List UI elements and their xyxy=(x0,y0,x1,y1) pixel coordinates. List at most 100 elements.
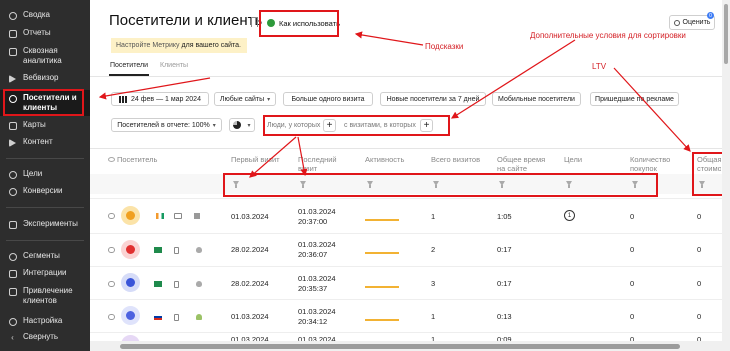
cell-first-visit: 28.02.2024 xyxy=(231,279,269,288)
filter-ads-button[interactable]: Пришедшие по рекламе xyxy=(590,92,679,106)
cell-total-time: 0:17 xyxy=(497,279,512,288)
target-icon xyxy=(8,170,17,179)
annotation-ltv: LTV xyxy=(592,62,607,71)
horizontal-scrollbar-thumb[interactable] xyxy=(120,344,680,349)
cell-last-visit-date: 01.03.2024 xyxy=(298,274,336,283)
cell-total-visits: 1 xyxy=(431,312,436,321)
collapse-icon: ‹ xyxy=(11,332,14,342)
sidebar-item-reports[interactable]: Отчеты xyxy=(0,28,90,38)
calendar-icon xyxy=(119,95,129,103)
sidebar-item-goals[interactable]: Цели xyxy=(0,169,90,179)
notice-link[interactable]: для вашего сайта. xyxy=(182,42,241,49)
column-header-activity[interactable]: Активность xyxy=(365,155,420,164)
column-header-last-visit[interactable]: Последний визит xyxy=(298,155,353,173)
arrow-to-ltv xyxy=(613,67,691,152)
chart-type-button[interactable]: ▾ xyxy=(229,118,255,132)
tab-clients[interactable]: Клиенты xyxy=(160,62,188,69)
column-header-first-visit[interactable]: Первый визит xyxy=(231,155,286,164)
acquisition-icon xyxy=(8,287,17,296)
cell-total-visits: 1 xyxy=(431,212,436,221)
gear-icon xyxy=(8,317,17,326)
cell-total-cost: 0 xyxy=(697,245,702,254)
bookmark-icon[interactable] xyxy=(251,17,258,27)
integrations-icon xyxy=(8,269,17,278)
cell-last-visit-date: 01.03.2024 xyxy=(298,307,336,316)
setup-notice: Настройте Метрику для вашего сайта. xyxy=(111,38,247,53)
filter-label: Больше одного визита xyxy=(291,95,365,103)
sidebar-item-label: Эксперименты xyxy=(23,219,78,228)
android-icon xyxy=(196,314,202,320)
cell-last-visit-date: 01.03.2024 xyxy=(298,240,336,249)
highlight-box-sort-filters xyxy=(223,173,658,197)
visitors-in-report-button[interactable]: Посетителей в отчете: 100% ▾ xyxy=(111,118,222,132)
sidebar-item-label: Конверсии xyxy=(23,186,63,195)
column-header-total-time[interactable]: Общее время на сайте xyxy=(497,155,552,173)
filter-more-visits-button[interactable]: Больше одного визита xyxy=(283,92,373,106)
cell-first-visit: 28.02.2024 xyxy=(231,245,269,254)
map-icon xyxy=(8,121,17,130)
experiments-icon xyxy=(8,220,17,229)
cell-last-visit-time: 20:36:07 xyxy=(298,250,328,259)
filter-mobile-button[interactable]: Мобильные посетители xyxy=(492,92,581,106)
chat-icon[interactable] xyxy=(108,314,115,320)
sidebar-item-content[interactable]: Контент xyxy=(0,137,90,147)
filter-new-visitors-button[interactable]: Новые посетители за 7 дней xyxy=(380,92,486,106)
tab-visitors[interactable]: Посетители xyxy=(110,62,148,69)
chat-icon[interactable] xyxy=(108,247,115,253)
sidebar-divider xyxy=(6,158,84,159)
sidebar-item-summary[interactable]: Сводка xyxy=(0,10,90,20)
smile-icon xyxy=(673,19,680,26)
column-header-purchases[interactable]: Количество покупок xyxy=(630,155,685,173)
sidebar-item-label: Настройка xyxy=(23,316,63,325)
column-header-goals[interactable]: Цели xyxy=(564,155,609,164)
sidebar-item-label: Контент xyxy=(23,137,53,146)
cell-total-time: 1:05 xyxy=(497,212,512,221)
cell-last-visit-time: 20:35:37 xyxy=(298,284,328,293)
sidebar-item-settings[interactable]: Настройка xyxy=(0,316,90,326)
sidebar-item-maps[interactable]: Карты xyxy=(0,120,90,130)
sidebar: Сводка Отчеты Сквозная аналитика Вебвизо… xyxy=(0,0,90,351)
highlight-box-visitors xyxy=(3,89,84,116)
cell-total-cost: 0 xyxy=(697,212,702,221)
highlight-box-ltv xyxy=(692,152,726,196)
apple-icon xyxy=(196,247,202,253)
sidebar-item-integrations[interactable]: Интеграции xyxy=(0,268,90,278)
sidebar-item-segments[interactable]: Сегменты xyxy=(0,251,90,261)
chevron-down-icon: ▾ xyxy=(267,96,271,103)
apple-icon xyxy=(196,281,202,287)
sidebar-item-label: Сегменты xyxy=(23,251,60,260)
dashboard-icon xyxy=(8,11,17,20)
chat-icon[interactable] xyxy=(108,213,115,219)
column-header-total-visits[interactable]: Всего визитов xyxy=(431,155,486,164)
chevron-down-icon: ▾ xyxy=(247,122,251,129)
cell-total-cost: 0 xyxy=(697,312,702,321)
sites-filter-button[interactable]: Любые сайты ▾ xyxy=(214,92,276,106)
cell-last-visit-time: 20:34:12 xyxy=(298,317,328,326)
sidebar-item-webvisor[interactable]: Вебвизор xyxy=(0,73,90,83)
content-icon xyxy=(8,138,17,147)
cell-total-time: 0:17 xyxy=(497,245,512,254)
avatar xyxy=(121,273,140,292)
tabs-divider xyxy=(90,76,722,77)
sidebar-item-acquisition[interactable]: Привлечение клиентов xyxy=(0,286,90,306)
date-range-button[interactable]: 24 фев — 1 мар 2024 xyxy=(111,92,209,106)
country-flag-icon xyxy=(154,314,162,320)
cell-last-visit-time: 20:37:00 xyxy=(298,217,328,226)
sidebar-item-conversions[interactable]: Конверсии xyxy=(0,186,90,196)
sidebar-item-analytics[interactable]: Сквозная аналитика xyxy=(0,46,90,66)
mobile-icon xyxy=(174,281,179,288)
cell-purchases: 0 xyxy=(630,279,635,288)
annotation-hints: Подсказки xyxy=(425,42,464,51)
conversions-icon xyxy=(8,187,17,196)
row-divider xyxy=(90,233,722,234)
cell-total-time: 0:13 xyxy=(497,312,512,321)
goals-badge[interactable]: 1 xyxy=(564,210,575,221)
column-header-visitor[interactable]: Посетитель xyxy=(108,155,188,164)
sidebar-item-experiments[interactable]: Эксперименты xyxy=(0,219,90,229)
chat-icon[interactable] xyxy=(108,281,115,287)
vertical-scrollbar-thumb[interactable] xyxy=(724,4,728,64)
cell-first-visit: 01.03.2024 xyxy=(231,212,269,221)
desktop-icon xyxy=(174,213,182,219)
sidebar-item-collapse[interactable]: ‹ Свернуть xyxy=(0,332,90,342)
cell-purchases: 0 xyxy=(630,312,635,321)
